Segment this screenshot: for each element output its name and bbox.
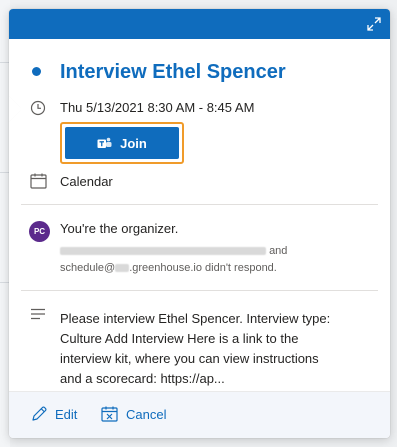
- teams-icon: [97, 137, 112, 150]
- edit-pencil-icon: [31, 406, 47, 422]
- cancel-calendar-icon: [101, 406, 118, 422]
- attendee-status-line-2: schedule@ .greenhouse.io didn't respond.: [60, 262, 277, 274]
- join-button-label: Join: [120, 135, 147, 151]
- join-teams-button[interactable]: Join: [65, 127, 179, 159]
- divider: [21, 290, 378, 291]
- event-peek-card: Interview Ethel Spencer Thu 5/13/2021 8:…: [9, 9, 390, 438]
- calendar-name: Calendar: [60, 174, 113, 189]
- organizer-avatar: PC: [29, 221, 50, 242]
- redacted-attendees: [60, 247, 266, 256]
- organizer-text: You're the organizer.: [60, 221, 179, 236]
- event-description: Please interview Ethel Spencer. Intervie…: [60, 309, 360, 389]
- expand-button[interactable]: [364, 14, 384, 34]
- description-line: and a scorecard: https://ap...: [60, 371, 225, 386]
- card-callout-pointer: [9, 96, 22, 122]
- edit-button[interactable]: Edit: [31, 406, 77, 422]
- clock-icon: [29, 99, 47, 117]
- description-line: Culture Add Interview Here is a link to …: [60, 331, 299, 346]
- description-line: Please interview Ethel Spencer. Intervie…: [60, 311, 331, 326]
- event-title[interactable]: Interview Ethel Spencer: [60, 57, 286, 87]
- card-header-bar: [9, 9, 390, 39]
- expand-icon: [367, 17, 381, 31]
- edit-label: Edit: [55, 406, 78, 422]
- divider: [21, 204, 378, 205]
- category-dot: [32, 67, 41, 76]
- card-footer: Edit Cancel: [9, 391, 390, 438]
- event-title-row: Interview Ethel Spencer: [9, 57, 390, 87]
- redacted-domain: [115, 264, 130, 273]
- join-button-focus-ring: Join: [60, 122, 184, 164]
- event-datetime: Thu 5/13/2021 8:30 AM - 8:45 AM: [60, 100, 255, 115]
- cancel-label: Cancel: [126, 406, 167, 422]
- calendar-icon: [29, 172, 47, 190]
- description-line: interview kit, where you can view instru…: [60, 351, 319, 366]
- attendee-status-line-1: and: [60, 243, 287, 259]
- cancel-meeting-button[interactable]: Cancel: [101, 406, 166, 422]
- notes-icon: [29, 305, 47, 323]
